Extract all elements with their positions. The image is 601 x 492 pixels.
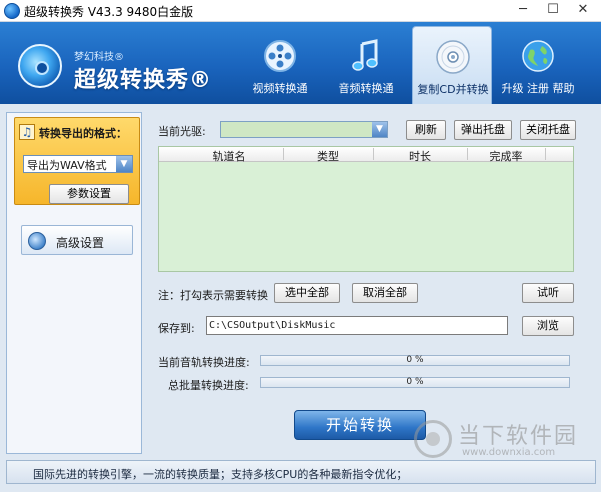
column-completion: 完成率 [489,150,523,163]
tab-cd-label: 复制CD并转换 [417,83,489,96]
format-select[interactable]: 导出为WAV格式 ▼ [23,155,133,173]
chevron-down-icon: ▼ [116,156,132,172]
watermark-logo-icon [414,420,452,458]
column-divider [467,148,468,160]
drive-select[interactable]: ▼ [220,121,388,138]
listen-button[interactable]: 试听 [522,283,574,303]
app-icon [4,3,20,19]
music-note-icon: ♫ [19,124,35,140]
browse-button[interactable]: 浏览 [522,316,574,336]
company-name: 梦幻科技® [74,52,124,63]
globe-icon [522,40,554,72]
column-divider [373,148,374,160]
film-reel-icon [264,40,296,72]
tab-upgrade-label: 升级 注册 帮助 [501,82,575,95]
drive-label: 当前光驱: [158,125,206,138]
save-to-label: 保存到: [158,322,195,335]
watermark-text: 当下软件园 [458,424,579,449]
advanced-settings-label: 高级设置 [56,236,105,250]
batch-progress-bar: 0 % [260,377,570,388]
cd-disc-icon [436,40,470,74]
check-hint: 注：打勾表示需要转换 [158,289,268,302]
eject-tray-button[interactable]: 弹出托盘 [454,120,512,140]
column-duration: 时长 [409,150,431,163]
tab-video-label: 视频转换通 [252,82,308,95]
column-divider [545,148,546,160]
maximize-button[interactable]: ☐ [538,0,568,22]
track-table[interactable]: 轨道名 类型 时长 完成率 [158,146,574,272]
tab-video-convert[interactable]: 视频转换通 [240,22,320,104]
refresh-button[interactable]: 刷新 [406,120,446,140]
title-bar: 超级转换秀 V43.3 9480白金版 ─ ☐ ✕ [0,0,601,22]
param-settings-button[interactable]: 参数设置 [49,184,129,204]
header-banner: 梦幻科技® 超级转换秀® 视频转换通 音频转换通 复制CD并转换 升级 注册 帮… [0,22,601,104]
logo-disc-icon [18,44,62,88]
track-progress-label: 当前音轨转换进度: [158,356,250,369]
start-convert-button[interactable]: 开始转换 [294,410,426,440]
settings-disc-icon [28,232,46,250]
advanced-settings-button[interactable]: 高级设置 [21,225,133,255]
track-progress-text: 0 % [406,355,424,365]
close-tray-button[interactable]: 关闭托盘 [520,120,576,140]
music-note-icon [352,39,378,71]
tab-audio-convert[interactable]: 音频转换通 [326,22,406,104]
deselect-all-button[interactable]: 取消全部 [352,283,418,303]
chevron-down-icon: ▼ [372,122,387,137]
minimize-button[interactable]: ─ [508,0,538,22]
batch-progress-text: 0 % [406,377,424,387]
status-bar: 国际先进的转换引擎，一流的转换质量；支持多核CPU的各种最新指令优化； [6,460,596,484]
sidebar: ♫ 转换导出的格式： 导出为WAV格式 ▼ 参数设置 高级设置 [6,112,142,454]
format-panel: ♫ 转换导出的格式： 导出为WAV格式 ▼ 参数设置 [14,117,140,205]
format-select-value: 导出为WAV格式 [27,159,107,172]
main-panel: 当前光驱: ▼ 刷新 弹出托盘 关闭托盘 轨道名 类型 时长 完成率 注：打勾表… [150,112,590,454]
batch-progress-label: 总批量转换进度: [168,379,249,392]
save-path-input[interactable]: C:\CSOutput\DiskMusic [206,316,508,335]
product-name: 超级转换秀® [74,68,213,93]
watermark-url: www.downxia.com [462,447,556,458]
column-track-name: 轨道名 [212,150,246,163]
format-title: 转换导出的格式： [39,127,127,140]
column-type: 类型 [317,150,339,163]
select-all-button[interactable]: 选中全部 [274,283,340,303]
column-divider [283,148,284,160]
status-text: 国际先进的转换引擎，一流的转换质量；支持多核CPU的各种最新指令优化； [33,468,408,481]
watermark: 当下软件园 www.downxia.com [414,416,594,466]
tab-upgrade-help[interactable]: 升级 注册 帮助 [498,22,578,104]
close-button[interactable]: ✕ [568,0,598,22]
window-title: 超级转换秀 V43.3 9480白金版 [24,5,194,19]
track-progress-bar: 0 % [260,355,570,366]
tab-cd-convert[interactable]: 复制CD并转换 [412,26,492,104]
tab-audio-label: 音频转换通 [338,82,394,95]
track-table-header: 轨道名 类型 时长 完成率 [159,147,573,163]
